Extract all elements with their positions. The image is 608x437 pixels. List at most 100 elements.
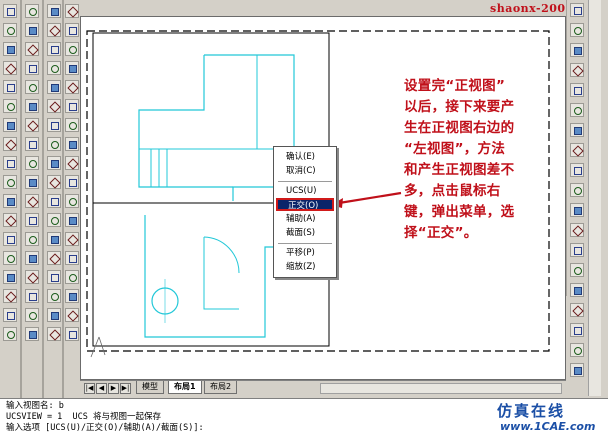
revolve-icon[interactable] <box>47 4 61 18</box>
ucs-icon[interactable] <box>65 80 79 94</box>
view-icon[interactable] <box>25 289 39 303</box>
tab-model[interactable]: 模型 <box>136 381 164 394</box>
box-icon[interactable] <box>65 118 79 132</box>
last-tab-button[interactable]: ▶| <box>120 383 131 394</box>
make-block-icon[interactable] <box>570 243 584 257</box>
cone-icon[interactable] <box>3 118 17 132</box>
line-icon[interactable] <box>47 156 61 170</box>
ucs-icon[interactable] <box>47 175 61 189</box>
ellipse-arc-icon[interactable] <box>570 203 584 217</box>
line-icon[interactable] <box>3 4 17 18</box>
horizontal-scrollbar[interactable] <box>320 383 562 394</box>
union-icon[interactable] <box>47 23 61 37</box>
menu-item-cancel[interactable]: 取消(C) <box>276 165 334 178</box>
cylinder-icon[interactable] <box>25 4 39 18</box>
render-icon[interactable] <box>47 99 61 113</box>
wedge-icon[interactable] <box>3 137 17 151</box>
union-icon[interactable] <box>65 270 79 284</box>
view-icon[interactable] <box>47 194 61 208</box>
menu-item-section[interactable]: 截面(S) <box>276 227 334 240</box>
mtext-icon[interactable] <box>570 363 584 377</box>
menu-item-auxiliary[interactable]: 辅助(A) <box>276 213 334 226</box>
spline-icon[interactable] <box>570 163 584 177</box>
torus-icon[interactable] <box>65 213 79 227</box>
command-prompt[interactable]: 输入选项 [UCS(U)/正交(O)/辅助(A)/截面(S)]: <box>6 423 204 434</box>
shade-icon[interactable] <box>47 80 61 94</box>
polyline-icon[interactable] <box>570 43 584 57</box>
intersect-icon[interactable] <box>3 251 17 265</box>
ellipse-icon[interactable] <box>570 183 584 197</box>
rectangle-icon[interactable] <box>570 83 584 97</box>
light-icon[interactable] <box>65 23 79 37</box>
menu-item-ucs[interactable]: UCS(U) <box>276 185 334 198</box>
menu-item-confirm[interactable]: 确认(E) <box>276 151 334 164</box>
draw-line-icon[interactable] <box>570 3 584 17</box>
insert-block-icon[interactable] <box>570 223 584 237</box>
sphere-icon[interactable] <box>47 232 61 246</box>
ucs-icon[interactable] <box>3 23 17 37</box>
shade-icon[interactable] <box>25 175 39 189</box>
material-icon[interactable] <box>47 137 61 151</box>
line-icon[interactable] <box>65 61 79 75</box>
wedge-icon[interactable] <box>47 289 61 303</box>
subtract-icon[interactable] <box>47 42 61 56</box>
sphere-icon[interactable] <box>65 137 79 151</box>
first-tab-button[interactable]: |◀ <box>84 383 95 394</box>
torus-icon[interactable] <box>3 156 17 170</box>
intersect-icon[interactable] <box>25 156 39 170</box>
arc-icon[interactable] <box>570 103 584 117</box>
cone-icon[interactable] <box>65 175 79 189</box>
torus-icon[interactable] <box>47 308 61 322</box>
subtract-icon[interactable] <box>3 232 17 246</box>
construction-line-icon[interactable] <box>570 23 584 37</box>
vertical-scrollbar[interactable] <box>588 0 601 396</box>
union-icon[interactable] <box>3 213 17 227</box>
material-icon[interactable] <box>25 232 39 246</box>
revolve-icon[interactable] <box>25 99 39 113</box>
shade-icon[interactable] <box>65 327 79 341</box>
light-icon[interactable] <box>25 213 39 227</box>
cylinder-icon[interactable] <box>65 156 79 170</box>
tab-layout2[interactable]: 布局2 <box>204 381 238 394</box>
material-icon[interactable] <box>3 327 17 341</box>
torus-icon[interactable] <box>25 61 39 75</box>
ucs-icon[interactable] <box>25 270 39 284</box>
render-icon[interactable] <box>65 4 79 18</box>
point-icon[interactable] <box>570 263 584 277</box>
box-icon[interactable] <box>47 213 61 227</box>
intersect-icon[interactable] <box>47 61 61 75</box>
extrude-icon[interactable] <box>3 175 17 189</box>
wedge-icon[interactable] <box>65 194 79 208</box>
render-icon[interactable] <box>25 194 39 208</box>
line-icon[interactable] <box>25 251 39 265</box>
render-icon[interactable] <box>3 289 17 303</box>
extrude-icon[interactable] <box>65 232 79 246</box>
tab-layout1[interactable]: 布局1 <box>168 381 202 394</box>
view-icon[interactable] <box>3 42 17 56</box>
sphere-icon[interactable] <box>25 327 39 341</box>
hatch-icon[interactable] <box>570 283 584 297</box>
cone-icon[interactable] <box>25 23 39 37</box>
shade-icon[interactable] <box>3 270 17 284</box>
wedge-icon[interactable] <box>25 42 39 56</box>
next-tab-button[interactable]: ▶ <box>108 383 119 394</box>
box-icon[interactable] <box>25 308 39 322</box>
intersect-icon[interactable] <box>65 308 79 322</box>
union-icon[interactable] <box>25 118 39 132</box>
region-icon[interactable] <box>570 323 584 337</box>
view-icon[interactable] <box>65 99 79 113</box>
box-icon[interactable] <box>3 61 17 75</box>
gradient-icon[interactable] <box>570 303 584 317</box>
cone-icon[interactable] <box>47 270 61 284</box>
polygon-icon[interactable] <box>570 63 584 77</box>
menu-item-ortho[interactable]: 正交(O) <box>276 198 334 211</box>
sphere-icon[interactable] <box>3 80 17 94</box>
revolve-icon[interactable] <box>3 194 17 208</box>
revolve-icon[interactable] <box>65 251 79 265</box>
material-icon[interactable] <box>65 42 79 56</box>
extrude-icon[interactable] <box>47 327 61 341</box>
extrude-icon[interactable] <box>25 80 39 94</box>
subtract-icon[interactable] <box>65 289 79 303</box>
prev-tab-button[interactable]: ◀ <box>96 383 107 394</box>
light-icon[interactable] <box>47 118 61 132</box>
